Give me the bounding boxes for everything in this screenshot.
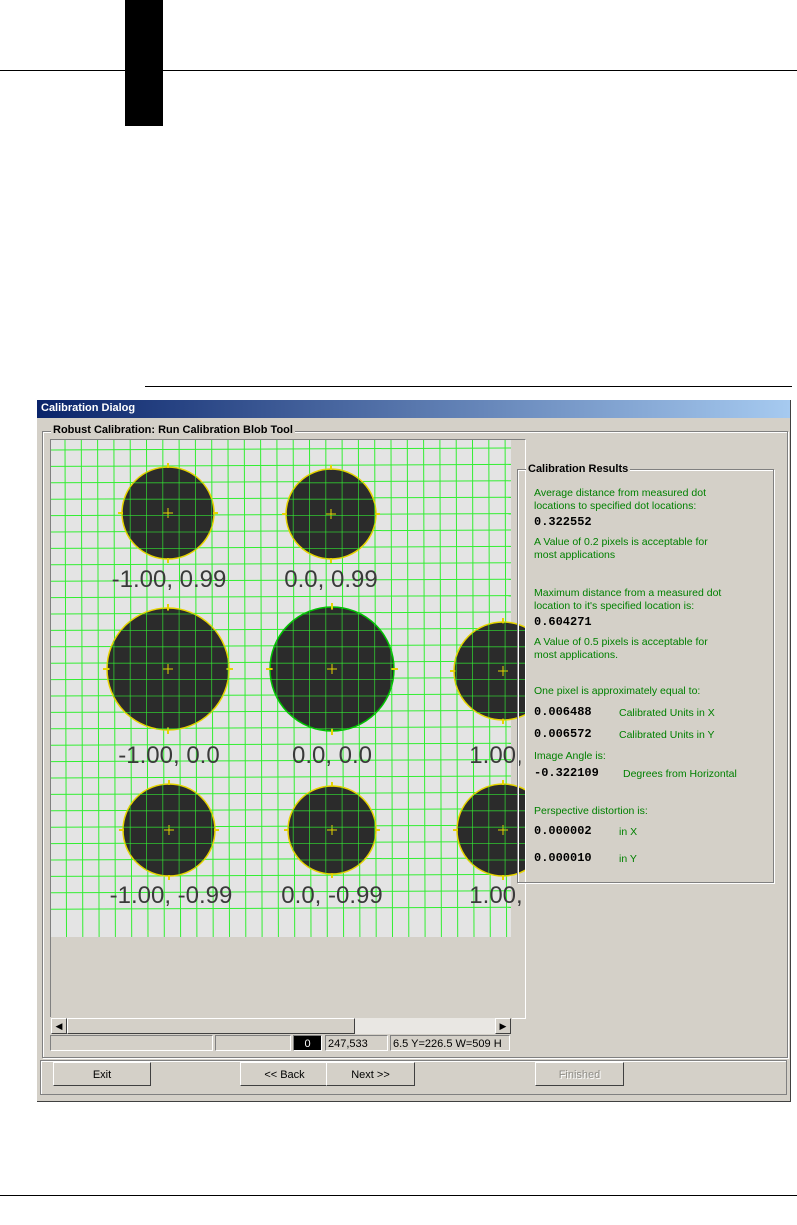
image-status-bar: 0 247,533 6.5 Y=226.5 W=509 H	[50, 1035, 524, 1053]
page-header-rule	[0, 70, 797, 71]
avg-distance-note-line2: most applications	[534, 549, 616, 561]
image-angle-label: Image Angle is:	[534, 750, 606, 762]
scroll-thumb[interactable]	[67, 1018, 355, 1034]
image-display[interactable]: -1.00, 0.99 0.0, 0.99 -1.00, 0.0 0.0, 0.0 1.…	[50, 439, 526, 1019]
dot-coordinate-label: -1.00, 0.99	[112, 566, 227, 593]
max-distance-note-line1: A Value of 0.5 pixels is acceptable for	[534, 636, 708, 648]
calibration-results-group	[517, 469, 774, 883]
back-button[interactable]: << Back	[240, 1062, 329, 1086]
units-x-label: Calibrated Units in X	[619, 707, 715, 719]
next-button[interactable]: Next >>	[326, 1062, 415, 1086]
dot-coordinate-label: 1.00,	[469, 742, 522, 769]
dot-coordinate-label: 0.0, 0.99	[284, 566, 377, 593]
dot-coordinate-label: -1.00, -0.99	[110, 882, 233, 909]
dot-coordinate-label: 1.00,	[469, 882, 522, 909]
pixel-equals-label: One pixel is approximately equal to:	[534, 685, 701, 697]
group-title: Robust Calibration: Run Calibration Blob…	[51, 424, 295, 436]
avg-distance-label-line2: locations to specified dot locations:	[534, 500, 697, 512]
page-footer-rule	[0, 1195, 797, 1196]
perspective-y-value: 0.000010	[534, 851, 592, 865]
status-roi: 6.5 Y=226.5 W=509 H	[390, 1035, 510, 1051]
exit-button[interactable]: Exit	[53, 1062, 151, 1086]
section-rule	[145, 386, 792, 387]
status-pixel-value: 0	[293, 1035, 322, 1051]
units-x-value: 0.006488	[534, 705, 592, 719]
avg-distance-label-line1: Average distance from measured dot	[534, 487, 706, 499]
image-angle-value: -0.322109	[534, 766, 599, 780]
chapter-tab	[125, 0, 163, 126]
perspective-y-unit: in Y	[619, 853, 637, 865]
status-panel-empty-2	[215, 1035, 291, 1051]
scroll-left-arrow-icon[interactable]: ◀	[51, 1018, 67, 1034]
finished-button: Finished	[535, 1062, 624, 1086]
status-panel-empty	[50, 1035, 213, 1051]
perspective-x-unit: in X	[619, 826, 638, 838]
max-distance-value: 0.604271	[534, 615, 592, 629]
perspective-x-value: 0.000002	[534, 824, 592, 838]
horizontal-scrollbar[interactable]: ◀ ▶	[50, 1017, 512, 1035]
units-y-value: 0.006572	[534, 727, 592, 741]
avg-distance-value: 0.322552	[534, 515, 592, 529]
dot-coordinate-label: 0.0, -0.99	[281, 882, 382, 909]
dot-coordinate-label: -1.00, 0.0	[118, 742, 219, 769]
units-y-label: Calibrated Units in Y	[619, 729, 715, 741]
max-distance-label-line2: location to it's specified location is:	[534, 600, 695, 612]
max-distance-label-line1: Maximum distance from a measured dot	[534, 587, 722, 599]
max-distance-note-line2: most applications.	[534, 649, 619, 661]
dialog-title: Calibration Dialog	[41, 402, 136, 414]
perspective-label: Perspective distortion is:	[534, 805, 648, 817]
calibration-results-title: Calibration Results	[526, 463, 631, 475]
dot-coordinate-label: 0.0, 0.0	[292, 742, 372, 769]
status-cursor-coords: 247,533	[325, 1035, 388, 1051]
title-bar: Calibration Dialog	[37, 400, 790, 418]
calibration-image: -1.00, 0.99 0.0, 0.99 -1.00, 0.0 0.0, 0.0 1.…	[51, 440, 525, 938]
calibration-dialog: Calibration Dialog Robust Calibration: R…	[37, 400, 791, 1102]
image-angle-unit: Degrees from Horizontal	[623, 768, 737, 780]
avg-distance-note-line1: A Value of 0.2 pixels is acceptable for	[534, 536, 708, 548]
scroll-right-arrow-icon[interactable]: ▶	[495, 1018, 511, 1034]
